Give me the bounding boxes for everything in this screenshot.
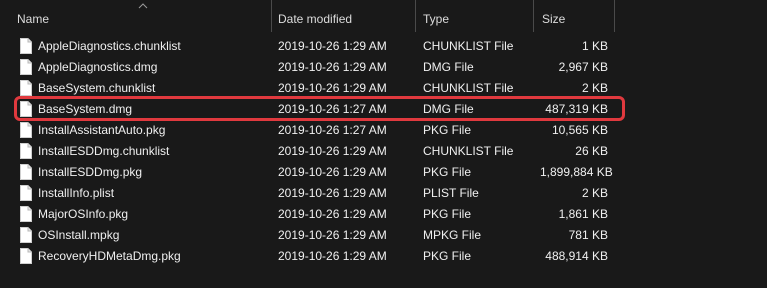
file-type: CHUNKLIST File [423, 81, 514, 95]
file-size: 26 KB [575, 144, 608, 158]
file-date-modified: 2019-10-26 1:29 AM [278, 186, 387, 200]
file-name: AppleDiagnostics.chunklist [38, 39, 181, 53]
file-row[interactable]: InstallESDDmg.pkg 2019-10-26 1:29 AM PKG… [0, 162, 767, 183]
file-date-modified: 2019-10-26 1:29 AM [278, 228, 387, 242]
file-size: 2 KB [581, 81, 608, 95]
file-date-modified: 2019-10-26 1:29 AM [278, 249, 387, 263]
file-icon [20, 80, 32, 96]
file-icon [20, 185, 32, 201]
file-date-modified: 2019-10-26 1:29 AM [278, 60, 387, 74]
file-list: AppleDiagnostics.chunklist 2019-10-26 1:… [0, 36, 767, 267]
file-row[interactable]: RecoveryHDMetaDmg.pkg 2019-10-26 1:29 AM… [0, 246, 767, 267]
file-size: 1 KB [581, 39, 608, 53]
column-divider[interactable] [614, 0, 615, 32]
file-type: PKG File [423, 165, 472, 179]
file-type: CHUNKLIST File [423, 144, 514, 158]
file-date-modified: 2019-10-26 1:29 AM [278, 39, 387, 53]
file-size: 2 KB [581, 186, 608, 200]
file-row[interactable]: BaseSystem.chunklist 2019-10-26 1:29 AM … [0, 78, 767, 99]
file-date-modified: 2019-10-26 1:29 AM [278, 165, 387, 179]
column-header-type[interactable]: Type [423, 11, 528, 27]
file-size: 10,565 KB [551, 123, 608, 137]
file-name: MajorOSInfo.pkg [38, 207, 129, 221]
column-divider[interactable] [533, 0, 534, 32]
column-divider[interactable] [271, 0, 272, 32]
file-size: 1,899,884 KB [540, 165, 613, 179]
file-size: 488,914 KB [545, 249, 608, 263]
file-size: 2,967 KB [558, 60, 608, 74]
file-type: CHUNKLIST File [423, 39, 514, 53]
file-name: AppleDiagnostics.dmg [38, 60, 158, 74]
file-row[interactable]: InstallInfo.plist 2019-10-26 1:29 AM PLI… [0, 183, 767, 204]
file-type: DMG File [423, 102, 474, 116]
file-explorer: Name Date modified Type Size AppleDiagno… [0, 0, 767, 288]
file-row[interactable]: InstallESDDmg.chunklist 2019-10-26 1:29 … [0, 141, 767, 162]
file-row[interactable]: OSInstall.mpkg 2019-10-26 1:29 AM MPKG F… [0, 225, 767, 246]
file-date-modified: 2019-10-26 1:29 AM [278, 144, 387, 158]
file-icon [20, 122, 32, 138]
file-icon [20, 206, 32, 222]
file-icon [20, 227, 32, 243]
file-icon [20, 248, 32, 264]
file-icon [20, 164, 32, 180]
file-size: 1,861 KB [558, 207, 608, 221]
file-name: InstallInfo.plist [38, 186, 115, 200]
file-name: InstallESDDmg.chunklist [38, 144, 170, 158]
file-row[interactable]: BaseSystem.dmg 2019-10-26 1:27 AM DMG Fi… [0, 99, 767, 120]
file-size: 781 KB [568, 228, 608, 242]
file-type: DMG File [423, 60, 474, 74]
file-name: BaseSystem.chunklist [38, 81, 156, 95]
file-date-modified: 2019-10-26 1:27 AM [278, 102, 387, 116]
file-type: PKG File [423, 249, 472, 263]
file-date-modified: 2019-10-26 1:29 AM [278, 81, 387, 95]
column-header-size[interactable]: Size [542, 11, 612, 27]
file-type: PLIST File [423, 186, 479, 200]
file-row[interactable]: AppleDiagnostics.chunklist 2019-10-26 1:… [0, 36, 767, 57]
file-name: RecoveryHDMetaDmg.pkg [38, 249, 181, 263]
file-icon [20, 143, 32, 159]
file-name: InstallESDDmg.pkg [38, 165, 143, 179]
file-row[interactable]: AppleDiagnostics.dmg 2019-10-26 1:29 AM … [0, 57, 767, 78]
file-icon [20, 101, 32, 117]
file-icon [20, 38, 32, 54]
file-type: PKG File [423, 207, 472, 221]
file-type: PKG File [423, 123, 472, 137]
file-name: OSInstall.mpkg [38, 228, 120, 242]
column-header-bar: Name Date modified Type Size [0, 0, 767, 34]
column-header-name[interactable]: Name [17, 11, 262, 27]
file-name: BaseSystem.dmg [38, 102, 133, 116]
file-row[interactable]: MajorOSInfo.pkg 2019-10-26 1:29 AM PKG F… [0, 204, 767, 225]
file-icon [20, 59, 32, 75]
file-row[interactable]: InstallAssistantAuto.pkg 2019-10-26 1:27… [0, 120, 767, 141]
file-date-modified: 2019-10-26 1:29 AM [278, 207, 387, 221]
sort-up-icon [138, 3, 148, 9]
column-divider[interactable] [415, 0, 416, 32]
file-name: InstallAssistantAuto.pkg [38, 123, 166, 137]
column-header-date-modified[interactable]: Date modified [278, 11, 408, 27]
file-size: 487,319 KB [545, 102, 608, 116]
file-type: MPKG File [423, 228, 482, 242]
file-date-modified: 2019-10-26 1:27 AM [278, 123, 387, 137]
